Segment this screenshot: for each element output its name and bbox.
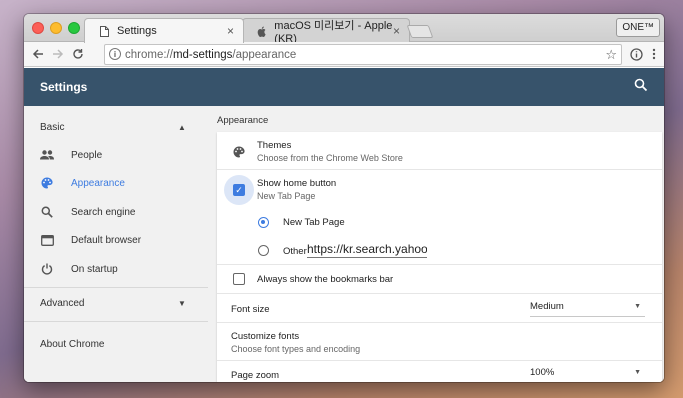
close-tab-icon[interactable]: × [393,24,400,38]
chevron-up-icon[interactable]: ▲ [178,123,186,132]
themes-row[interactable]: Themes Choose from the Chrome Web Store [217,132,662,170]
url-scheme: chrome:// [125,48,173,61]
sidebar-item-label: Default browser [71,234,142,246]
bookmark-star-icon[interactable]: ☆ [605,47,617,63]
bookmarks-bar-row[interactable]: Always show the bookmarks bar [217,265,662,294]
new-tab-button[interactable] [406,25,434,38]
sidebar-item-label: People [71,149,103,161]
themes-subtitle: Choose from the Chrome Web Store [257,153,403,163]
browser-window-icon [40,233,54,247]
themes-title: Themes [257,140,292,151]
sidebar-item-label: On startup [71,263,118,275]
sidebar-about-chrome[interactable]: About Chrome [40,339,104,350]
sidebar-item-appearance[interactable]: Appearance [40,173,200,193]
settings-sidebar: Basic ▲ People Appearance Search engine [24,106,208,382]
bookmarks-bar-label: Always show the bookmarks bar [257,274,394,285]
settings-header: Settings [24,68,664,106]
close-tab-icon[interactable]: × [227,24,234,38]
people-icon [40,148,54,162]
home-button-subtitle: New Tab Page [257,191,316,201]
extension-info-icon[interactable] [628,46,644,62]
sidebar-item-label: Search engine [71,206,136,218]
page-zoom-label: Page zoom [231,370,280,381]
tab-apple-preview[interactable]: macOS 미리보기 - Apple (KR) × [242,18,410,45]
dropdown-arrow-icon: ▼ [634,303,641,310]
reload-icon[interactable] [70,46,86,62]
show-home-button-checkbox[interactable]: ✓ [233,184,245,196]
customize-fonts-title: Customize fonts [231,331,300,342]
search-icon [40,205,54,219]
dropdown-arrow-icon: ▼ [634,369,641,376]
browser-window: Settings × macOS 미리보기 - Apple (KR) × ONE… [24,14,664,382]
appearance-panel: Appearance Themes Choose from the Chrome… [217,106,662,382]
radio-new-tab-label: New Tab Page [283,217,345,228]
url-host: md-settings [172,48,233,61]
sidebar-item-search-engine[interactable]: Search engine [40,202,200,222]
customize-fonts-row[interactable]: Customize fonts Choose font types and en… [217,323,662,361]
bookmarks-bar-checkbox[interactable] [233,273,245,285]
home-url-input[interactable]: https://kr.search.yahoo. [307,242,427,258]
radio-new-tab-page[interactable] [258,217,269,228]
document-icon [99,25,110,37]
sidebar-divider [24,321,208,322]
font-size-row: Font size Medium ▼ [217,294,662,323]
customize-fonts-subtitle: Choose font types and encoding [231,344,361,354]
font-size-label: Font size [231,304,270,315]
sidebar-divider [24,287,208,288]
tab-strip: Settings × macOS 미리보기 - Apple (KR) × ONE… [24,14,664,45]
address-bar[interactable]: i chrome://md-settings/appearance ☆ [104,44,622,65]
power-icon [40,262,54,276]
palette-icon [233,145,245,163]
forward-arrow-icon[interactable] [50,46,66,62]
site-info-icon[interactable]: i [109,48,121,60]
profile-button[interactable]: ONE™ [616,18,660,37]
sidebar-item-people[interactable]: People [40,145,200,165]
settings-content: Basic ▲ People Appearance Search engine [24,106,664,382]
palette-icon [40,176,54,190]
radio-other-label: Other [283,246,307,257]
minimize-window-button[interactable] [50,22,62,34]
home-button-row: ✓ Show home button New Tab Page New Tab … [217,170,662,265]
section-title: Appearance [217,115,269,126]
browser-toolbar: i chrome://md-settings/appearance ☆ [24,42,664,67]
sidebar-item-label: Appearance [71,177,125,189]
tab-title: macOS 미리보기 - Apple (KR) [274,20,393,45]
chevron-down-icon[interactable]: ▼ [178,299,186,308]
page-zoom-select[interactable]: 100% ▼ [530,367,645,382]
page-zoom-value: 100% [530,367,555,378]
radio-other[interactable] [258,245,269,256]
close-window-button[interactable] [32,22,44,34]
font-size-select[interactable]: Medium ▼ [530,301,645,317]
page-title: Settings [40,80,88,94]
tab-settings[interactable]: Settings × [84,18,244,43]
home-button-title: Show home button [257,178,337,189]
sidebar-advanced-header[interactable]: Advanced [40,298,84,309]
font-size-value: Medium [530,301,564,312]
menu-kebab-icon[interactable] [646,46,662,62]
back-arrow-icon[interactable] [30,46,46,62]
url-path: /appearance [232,48,297,61]
page-zoom-row: Page zoom 100% ▼ [217,361,662,382]
sidebar-item-default-browser[interactable]: Default browser [40,230,200,250]
sidebar-item-on-startup[interactable]: On startup [40,259,200,279]
search-icon[interactable] [634,78,650,94]
zoom-window-button[interactable] [68,22,80,34]
tab-title: Settings [117,25,157,37]
sidebar-basic-header[interactable]: Basic [40,122,64,133]
apple-icon [257,25,267,37]
appearance-card: Themes Choose from the Chrome Web Store … [217,132,662,382]
